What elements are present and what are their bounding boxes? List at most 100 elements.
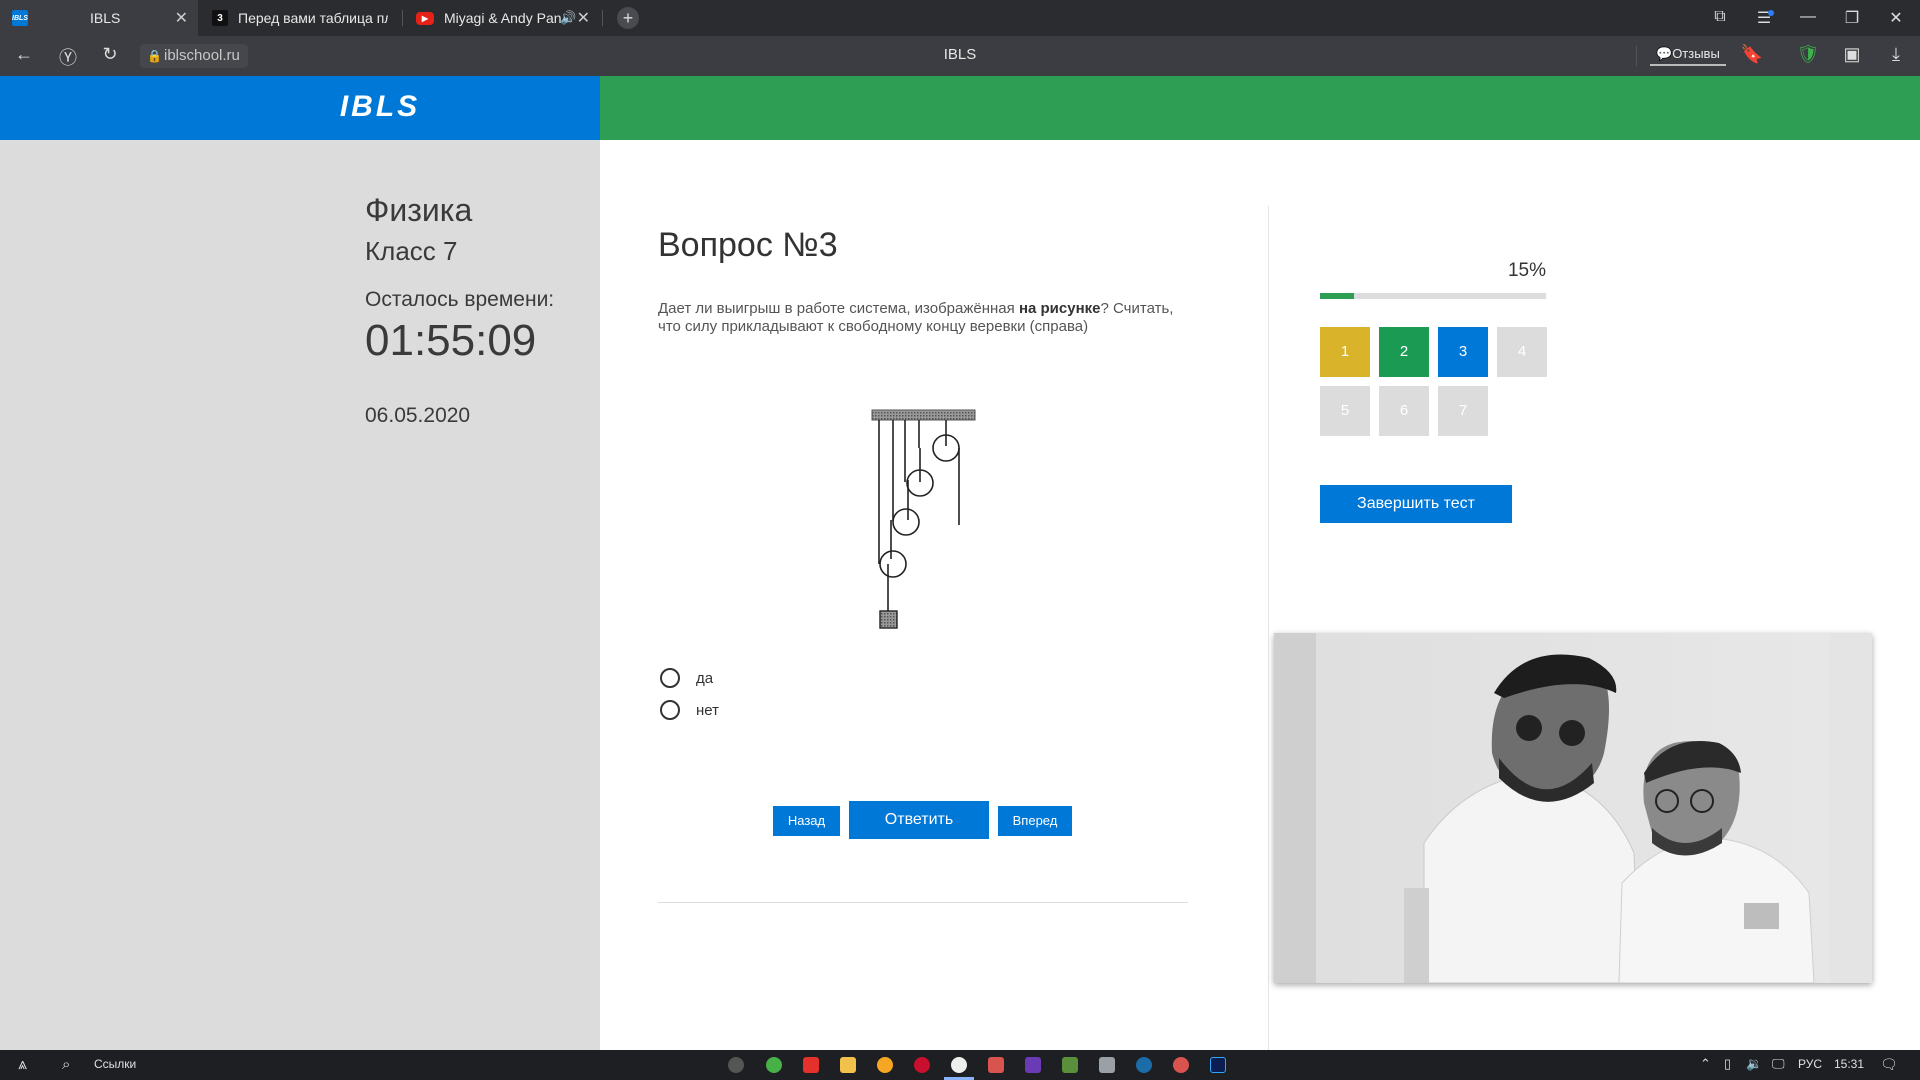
pulley-diagram: [871, 409, 976, 629]
minecraft-icon[interactable]: [1062, 1057, 1078, 1073]
yandex-icon[interactable]: Ⓨ: [56, 44, 80, 70]
restore-icon[interactable]: ❐: [1840, 8, 1864, 28]
pulley-wheel: [879, 550, 907, 578]
ceiling-beam: [871, 409, 976, 421]
search-icon[interactable]: ⌕: [62, 1056, 70, 1073]
url-text: iblschool.ru: [164, 47, 240, 64]
question-number-3[interactable]: 3: [1438, 327, 1488, 377]
app-icon[interactable]: [988, 1057, 1004, 1073]
settings-icon[interactable]: [728, 1057, 744, 1073]
sidebar: [0, 140, 600, 1050]
reload-icon[interactable]: ↻: [98, 44, 122, 65]
question-number-6[interactable]: 6: [1379, 386, 1429, 436]
question-number-1[interactable]: 1: [1320, 327, 1370, 377]
app-icon[interactable]: [1025, 1057, 1041, 1073]
plane-icon[interactable]: [1099, 1057, 1115, 1073]
forward-button[interactable]: Вперед: [998, 806, 1072, 836]
tab-table[interactable]: 3 Перед вами таблица пло: [200, 0, 400, 36]
grade-label: Класс 7: [365, 236, 458, 266]
ibls-favicon-icon: IBLS: [12, 10, 28, 26]
weight-block: [879, 610, 898, 629]
answer-label: нет: [696, 701, 719, 719]
yandex-icon[interactable]: [803, 1057, 819, 1073]
battery-icon[interactable]: ▯: [1724, 1056, 1731, 1072]
collections-icon[interactable]: ▣: [1840, 44, 1864, 65]
tab-youtube[interactable]: ▶ Miyagi & Andy Panc 🔊 ✕: [404, 0, 600, 36]
steam-icon[interactable]: [1136, 1057, 1152, 1073]
notification-dot: [1768, 10, 1774, 16]
start-icon[interactable]: ⩓: [18, 1056, 27, 1074]
pulley-wheel: [892, 508, 920, 536]
radio-button[interactable]: [660, 668, 680, 688]
tabs-panel-icon[interactable]: ⧉: [1708, 8, 1732, 26]
countdown-timer: 01:55:09: [365, 316, 537, 365]
answer-button[interactable]: Ответить: [849, 801, 989, 839]
question-number-5[interactable]: 5: [1320, 386, 1370, 436]
browser-tab-bar: IBLS IBLS ✕ 3 Перед вами таблица пло ▶ M…: [0, 0, 1920, 36]
question-number-7[interactable]: 7: [1438, 386, 1488, 436]
notifications-icon[interactable]: 🗨: [1880, 1056, 1898, 1073]
folder-icon[interactable]: [840, 1057, 856, 1073]
speaker-icon[interactable]: 🔊: [560, 10, 576, 26]
tab-title: Miyagi & Andy Panc: [444, 10, 562, 26]
divider: [1636, 46, 1637, 66]
progress-bar-fill: [1320, 293, 1354, 299]
question-divider: [658, 902, 1188, 903]
language-indicator[interactable]: РУС: [1798, 1057, 1822, 1071]
minimize-icon[interactable]: —: [1796, 8, 1820, 26]
yandex-browser-icon[interactable]: [951, 1057, 967, 1073]
network-icon[interactable]: 🖵: [1772, 1056, 1785, 1072]
subject-title: Физика: [365, 192, 473, 228]
video-frame-image: [1274, 633, 1872, 983]
app-icon[interactable]: [1173, 1057, 1189, 1073]
video-player[interactable]: [1274, 633, 1872, 983]
radio-button[interactable]: [660, 700, 680, 720]
volume-icon[interactable]: 🔉: [1746, 1056, 1762, 1072]
clock[interactable]: 15:31: [1834, 1057, 1864, 1071]
reviews-button[interactable]: 💬Отзывы: [1650, 44, 1726, 66]
progress-percent: 15%: [1507, 260, 1546, 281]
address-bar: ← Ⓨ ↻ 🔒 iblschool.ru IBLS 💬Отзывы 🔖 🛡 ▣ …: [0, 36, 1920, 76]
tab-separator: [602, 10, 603, 26]
close-tab-icon[interactable]: ✕: [577, 8, 590, 28]
question-title: Вопрос №3: [658, 226, 838, 264]
finish-test-button[interactable]: Завершить тест: [1320, 485, 1512, 523]
back-button[interactable]: Назад: [773, 806, 840, 836]
whatsapp-icon[interactable]: [766, 1057, 782, 1073]
question-text-part: Дает ли выигрыш в работе система, изобра…: [658, 300, 1019, 317]
column-divider: [1268, 206, 1269, 1050]
header-right: [600, 76, 1920, 140]
download-icon[interactable]: ⤓: [1884, 44, 1908, 65]
avast-icon[interactable]: [877, 1057, 893, 1073]
time-remaining-label: Осталось времени:: [365, 288, 555, 311]
answer-option-no[interactable]: нет: [660, 700, 719, 720]
taskbar: ⩓ ⌕ Ссылки ⌃ ▯ 🔉 🖵 РУС 15:31 🗨: [0, 1050, 1920, 1080]
question-text-bold: на рисунке: [1018, 300, 1101, 317]
opera-icon[interactable]: [914, 1057, 930, 1073]
question-number-2[interactable]: 2: [1379, 327, 1429, 377]
answer-option-yes[interactable]: да: [660, 668, 713, 688]
tab-title: IBLS: [90, 10, 121, 26]
tab-ibls[interactable]: IBLS IBLS ✕: [0, 0, 198, 36]
test-date: 06.05.2020: [365, 404, 471, 427]
tray-chevron-icon[interactable]: ⌃: [1700, 1056, 1711, 1072]
header-left: IBLS: [0, 76, 600, 140]
close-tab-icon[interactable]: ✕: [175, 8, 188, 28]
tab-title: Перед вами таблица пло: [238, 10, 388, 26]
reviews-label: Отзывы: [1672, 46, 1720, 61]
close-window-icon[interactable]: ✕: [1884, 8, 1908, 28]
youtube-icon: ▶: [416, 11, 434, 25]
lock-icon: 🔒: [147, 49, 162, 63]
photoshop-icon[interactable]: [1210, 1057, 1226, 1073]
taskbar-search-label[interactable]: Ссылки: [94, 1057, 136, 1071]
question-number-4[interactable]: 4: [1497, 327, 1547, 377]
url-field[interactable]: 🔒 iblschool.ru: [140, 44, 248, 68]
chat-bubble-icon: 💬: [1656, 46, 1673, 61]
shield-icon[interactable]: 🛡: [1796, 44, 1820, 65]
bookmark-icon[interactable]: 🔖: [1740, 44, 1764, 65]
tab-favicon-icon: 3: [212, 10, 228, 26]
question-text: Дает ли выигрыш в работе система, изобра…: [658, 300, 1198, 336]
new-tab-icon[interactable]: +: [617, 7, 639, 29]
back-arrow-icon[interactable]: ←: [12, 44, 36, 65]
page-title: IBLS: [943, 46, 977, 63]
